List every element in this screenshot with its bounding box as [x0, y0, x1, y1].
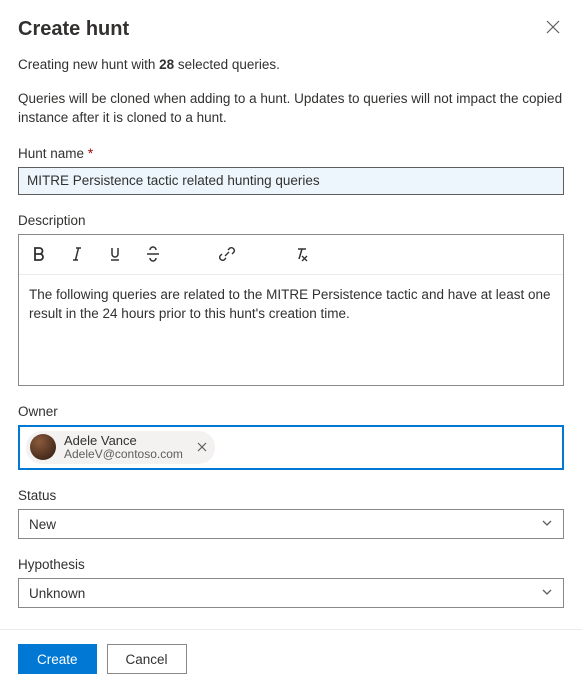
close-icon	[546, 20, 560, 34]
owner-email: AdeleV@contoso.com	[64, 448, 183, 461]
editor-toolbar	[19, 235, 563, 275]
hypothesis-label: Hypothesis	[18, 557, 564, 572]
info-text: Creating new hunt with 28 selected queri…	[18, 55, 564, 75]
info-line1-count: 28	[159, 57, 174, 72]
hypothesis-select[interactable]: Unknown	[18, 578, 564, 608]
close-icon	[197, 442, 207, 452]
remove-owner-button[interactable]	[197, 440, 207, 455]
status-select[interactable]: New	[18, 509, 564, 539]
required-marker: *	[88, 146, 93, 161]
info-line1-prefix: Creating new hunt with	[18, 57, 159, 72]
bold-icon	[31, 246, 47, 262]
owner-label: Owner	[18, 404, 564, 419]
status-value: New	[29, 517, 56, 532]
close-button[interactable]	[546, 20, 560, 34]
link-icon	[219, 246, 235, 262]
hunt-name-input[interactable]	[18, 167, 564, 195]
strikethrough-button[interactable]	[143, 244, 163, 264]
create-button[interactable]: Create	[18, 644, 97, 674]
owner-chip: Adele Vance AdeleV@contoso.com	[26, 431, 215, 464]
clear-format-icon	[293, 246, 309, 262]
owner-picker[interactable]: Adele Vance AdeleV@contoso.com	[18, 425, 564, 470]
status-label: Status	[18, 488, 564, 503]
cancel-button[interactable]: Cancel	[107, 644, 187, 674]
strikethrough-icon	[145, 246, 161, 262]
info-line1-suffix: selected queries.	[174, 57, 280, 72]
create-hunt-panel: Create hunt Creating new hunt with 28 se…	[0, 0, 582, 608]
footer: Create Cancel	[0, 629, 582, 688]
chevron-down-icon	[541, 586, 553, 601]
description-editor: The following queries are related to the…	[18, 234, 564, 386]
link-button[interactable]	[217, 244, 237, 264]
italic-icon	[69, 246, 85, 262]
avatar	[30, 434, 56, 460]
hypothesis-value: Unknown	[29, 586, 85, 601]
chevron-down-icon	[541, 517, 553, 532]
clear-format-button[interactable]	[291, 244, 311, 264]
underline-icon	[107, 246, 123, 262]
panel-header: Create hunt	[18, 18, 564, 41]
bold-button[interactable]	[29, 244, 49, 264]
underline-button[interactable]	[105, 244, 125, 264]
page-title: Create hunt	[18, 18, 129, 41]
owner-name: Adele Vance	[64, 434, 183, 448]
info-clone-text: Queries will be cloned when adding to a …	[18, 89, 564, 128]
description-label: Description	[18, 213, 564, 228]
italic-button[interactable]	[67, 244, 87, 264]
hunt-name-label: Hunt name *	[18, 146, 564, 161]
description-textarea[interactable]: The following queries are related to the…	[19, 275, 563, 385]
